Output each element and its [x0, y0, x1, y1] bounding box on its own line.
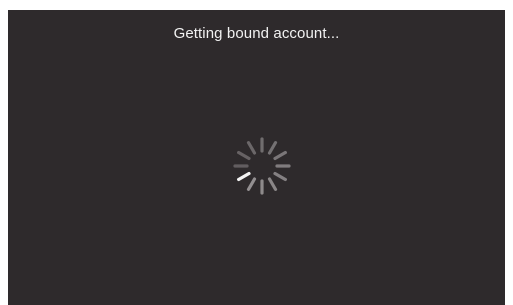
status-text: Getting bound account...	[173, 25, 340, 42]
spinner-spoke	[237, 150, 251, 161]
spinner-spoke	[273, 171, 287, 182]
spinner-spoke	[267, 177, 278, 191]
screen: Getting bound account...	[0, 0, 513, 305]
spinner-spoke	[237, 171, 251, 182]
spinner-spoke	[246, 177, 257, 191]
loading-dialog: Getting bound account...	[8, 10, 505, 305]
spinner-spoke	[267, 141, 278, 155]
loading-spinner-icon	[233, 137, 291, 195]
spinner-spoke	[273, 150, 287, 161]
spinner-spoke	[246, 141, 257, 155]
